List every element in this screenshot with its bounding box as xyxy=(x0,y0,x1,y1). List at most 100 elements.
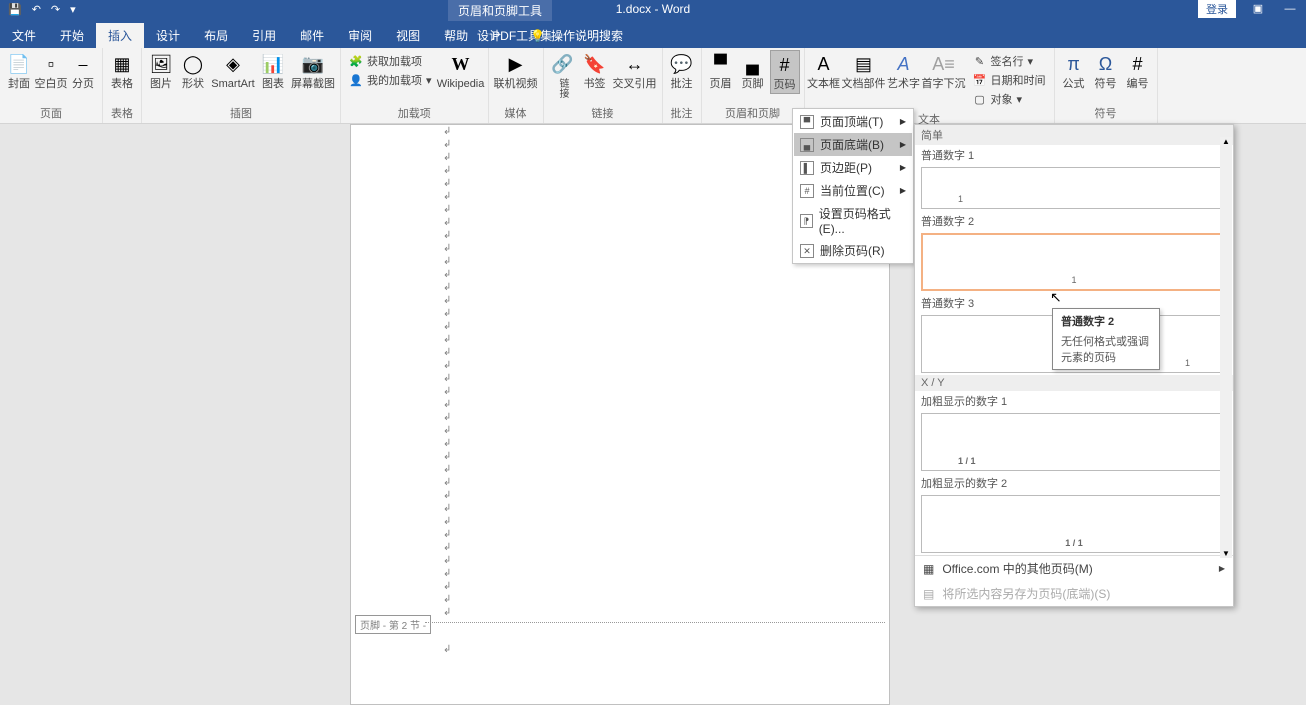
menu-current-position[interactable]: #当前位置(C)▶ xyxy=(794,179,912,202)
number-button[interactable]: #编号 xyxy=(1123,50,1153,92)
office-icon: ▦ xyxy=(923,562,934,576)
tab-design[interactable]: 设计 xyxy=(144,23,192,48)
minimize-icon[interactable]: — xyxy=(1274,0,1306,18)
contextual-tab-label: 页眉和页脚工具 xyxy=(448,0,552,21)
group-label-hf: 页眉和页脚 xyxy=(706,104,800,123)
group-label-pages: 页面 xyxy=(4,104,98,123)
blank-page-button[interactable]: ▫空白页 xyxy=(36,50,66,92)
bookmark-button[interactable]: 🔖书签 xyxy=(580,50,610,92)
crossref-button[interactable]: ↔交叉引用 xyxy=(612,50,658,92)
ribbon-options-icon[interactable]: ▣ xyxy=(1242,0,1274,18)
tab-file[interactable]: 文件 xyxy=(0,23,48,48)
paragraph-mark: ↲ xyxy=(443,359,889,372)
save-icon[interactable]: 💾 xyxy=(8,3,22,16)
paragraph-mark: ↲ xyxy=(443,489,889,502)
ribbon: 📄封面 ▫空白页 ⎯分页 页面 ▦表格 表格 🖼图片 ◯形状 ◈SmartArt… xyxy=(0,48,1306,124)
dropcap-button[interactable]: A≡首字下沉 xyxy=(921,50,967,92)
my-addins-button[interactable]: 👤我的加载项 ▾ xyxy=(347,71,434,89)
chart-button[interactable]: 📊图表 xyxy=(258,50,288,92)
scroll-up-icon[interactable]: ▲ xyxy=(1220,137,1232,146)
group-addins: 🧩获取加载项 👤我的加载项 ▾ WWikipedia 加载项 xyxy=(341,48,489,123)
footer-section-label: 页脚 - 第 2 节 - xyxy=(355,615,431,634)
smartart-button[interactable]: ◈SmartArt xyxy=(210,50,256,92)
wikipedia-button[interactable]: WWikipedia xyxy=(438,50,484,92)
login-button[interactable]: 登录 xyxy=(1198,0,1236,18)
paragraph-mark: ↲ xyxy=(443,593,889,606)
object-button[interactable]: ▢对象 ▾ xyxy=(971,90,1048,108)
footer-button-ribbon[interactable]: ▄页脚 xyxy=(738,50,768,92)
paragraph-mark: ↲ xyxy=(443,463,889,476)
paragraph-mark: ↲ xyxy=(443,411,889,424)
tab-mailings[interactable]: 邮件 xyxy=(288,23,336,48)
paragraph-mark: ↲ xyxy=(443,502,889,515)
menu-page-margins[interactable]: ▌页边距(P)▶ xyxy=(794,156,912,179)
menu-remove-page-numbers[interactable]: ✕删除页码(R) xyxy=(794,239,912,262)
tab-view[interactable]: 视图 xyxy=(384,23,432,48)
paragraph-mark: ↲ xyxy=(443,424,889,437)
gallery-plain-number-2[interactable]: 普通数字 2 1 xyxy=(915,211,1233,291)
menu-format-page-numbers[interactable]: ⁋设置页码格式(E)... xyxy=(794,202,912,239)
pictures-button[interactable]: 🖼图片 xyxy=(146,50,176,92)
tab-references[interactable]: 引用 xyxy=(240,23,288,48)
title-bar: 💾 ↶ ↷ ▾ 页眉和页脚工具 1.docx - Word 登录 ▣ — 文件 … xyxy=(0,0,1306,48)
menu-top-of-page[interactable]: ▀页面顶端(T)▶ xyxy=(794,110,912,133)
undo-icon[interactable]: ↶ xyxy=(32,3,41,16)
tab-insert[interactable]: 插入 xyxy=(96,23,144,48)
gallery-more-office[interactable]: ▦Office.com 中的其他页码(M)▶ xyxy=(915,556,1233,581)
paragraph-mark: ↲ xyxy=(443,476,889,489)
chevron-right-icon: ▶ xyxy=(900,117,906,126)
group-label-addins: 加载项 xyxy=(345,104,484,123)
cover-page-button[interactable]: 📄封面 xyxy=(4,50,34,92)
paragraph-mark: ↲ xyxy=(443,398,889,411)
group-symbols: π公式 Ω符号 #编号 符号 xyxy=(1055,48,1158,123)
paragraph-mark: ↲ xyxy=(443,333,889,346)
gallery-footer: ▦Office.com 中的其他页码(M)▶ ▤将所选内容另存为页码(底端)(S… xyxy=(915,555,1233,606)
tab-home[interactable]: 开始 xyxy=(48,23,96,48)
group-label-illus: 插图 xyxy=(146,104,336,123)
wordart-button[interactable]: A艺术字 xyxy=(889,50,919,92)
header-button[interactable]: ▀页眉 xyxy=(706,50,736,92)
menu-bottom-of-page[interactable]: ▄页面底端(B)▶ xyxy=(794,133,912,156)
textbox-button[interactable]: A文本框 xyxy=(809,50,839,92)
paragraph-mark: ↲ xyxy=(443,515,889,528)
qa-customize-icon[interactable]: ▾ xyxy=(70,3,76,16)
tab-context-design[interactable]: 设计 xyxy=(465,23,513,48)
get-addins-button[interactable]: 🧩获取加载项 xyxy=(347,52,434,70)
shapes-button[interactable]: ◯形状 xyxy=(178,50,208,92)
tooltip-title: 普通数字 2 xyxy=(1061,313,1151,329)
footer-separator xyxy=(425,622,885,623)
tell-me-search[interactable]: 💡 操作说明搜索 xyxy=(530,27,623,44)
symbol-button[interactable]: Ω符号 xyxy=(1091,50,1121,92)
gallery-plain-number-1[interactable]: 普通数字 1 1 xyxy=(915,145,1233,209)
signature-line-button[interactable]: ✎签名行 ▾ xyxy=(971,52,1048,70)
paragraph-mark: ↲ xyxy=(443,606,889,619)
gallery-bold-number-1[interactable]: 加粗显示的数字 1 1 / 1 xyxy=(915,391,1233,471)
paragraph-mark: ↲ xyxy=(443,281,889,294)
gallery-scrollbar[interactable]: ▲ ▼ xyxy=(1220,137,1232,558)
group-label-tables: 表格 xyxy=(107,104,137,123)
page-break-button[interactable]: ⎯分页 xyxy=(68,50,98,92)
screenshot-button[interactable]: 📷屏幕截图 xyxy=(290,50,336,92)
group-label-media: 媒体 xyxy=(493,104,539,123)
online-video-button[interactable]: ▶联机视频 xyxy=(493,50,539,92)
equation-button[interactable]: π公式 xyxy=(1059,50,1089,92)
date-time-button[interactable]: 📅日期和时间 xyxy=(971,71,1048,89)
chevron-right-icon: ▶ xyxy=(900,163,906,172)
quick-parts-button[interactable]: ▤文档部件 xyxy=(841,50,887,92)
comment-button[interactable]: 💬批注 xyxy=(667,50,697,92)
paragraph-mark: ↲ xyxy=(443,268,889,281)
table-button[interactable]: ▦表格 xyxy=(107,50,137,92)
page-number-button[interactable]: #页码 xyxy=(770,50,800,94)
gallery-bold-number-2[interactable]: 加粗显示的数字 2 1 / 1 xyxy=(915,473,1233,553)
paragraph-mark: ↲ xyxy=(443,450,889,463)
scroll-down-icon[interactable]: ▼ xyxy=(1220,549,1232,558)
paragraph-mark: ↲ xyxy=(443,320,889,333)
link-button[interactable]: 🔗链接 xyxy=(548,50,578,100)
redo-icon[interactable]: ↷ xyxy=(51,3,60,16)
tab-review[interactable]: 审阅 xyxy=(336,23,384,48)
page-top-icon: ▀ xyxy=(800,115,814,129)
tooltip: 普通数字 2 无任何格式或强调元素的页码 xyxy=(1052,308,1160,370)
tab-layout[interactable]: 布局 xyxy=(192,23,240,48)
page-bottom-icon: ▄ xyxy=(800,138,814,152)
paragraph-mark: ↲ xyxy=(443,554,889,567)
